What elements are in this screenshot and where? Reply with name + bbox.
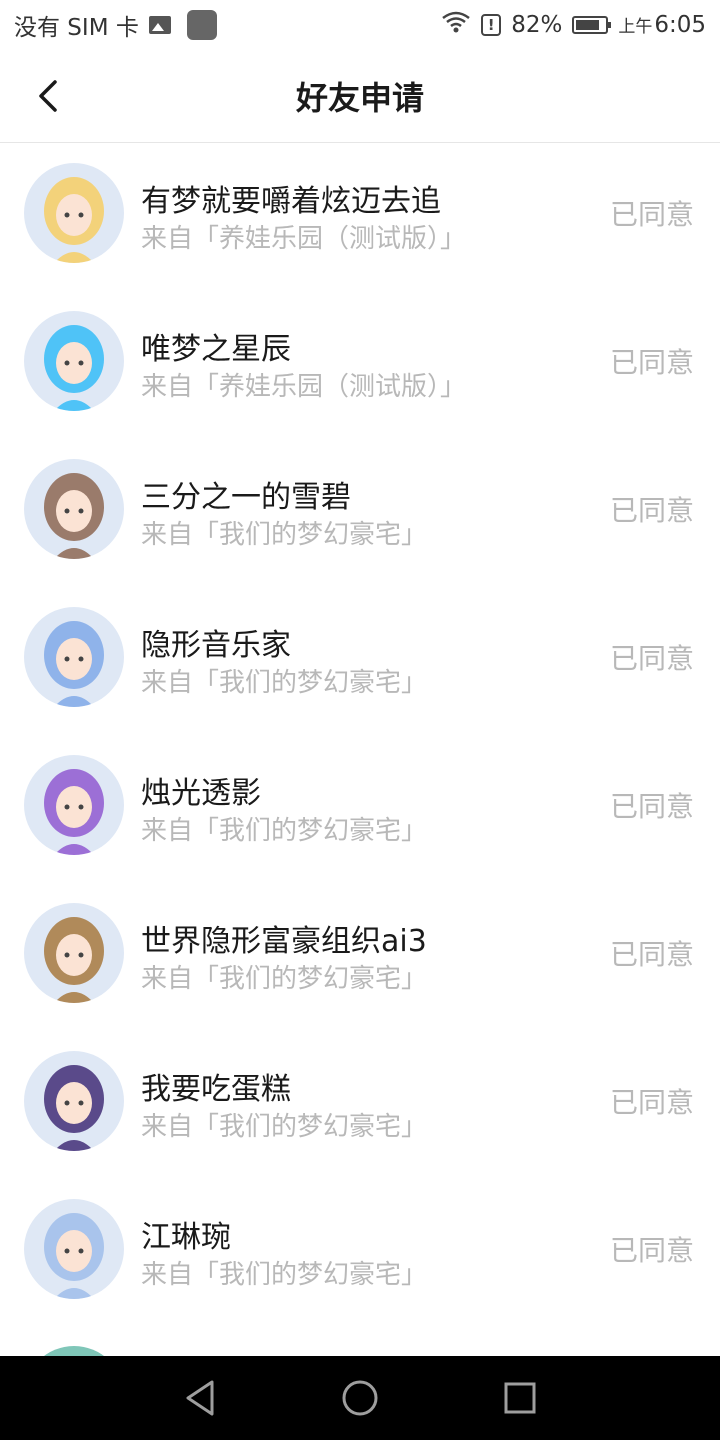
request-source: 来自「养娃乐园（测试版）」 [141, 372, 467, 402]
friend-request-item[interactable]: 我要吃蛋糕来自「我们的梦幻豪宅」 已同意 [0, 1031, 720, 1179]
request-source: 来自「我们的梦幻豪宅」 [141, 816, 428, 846]
request-source: 来自「我们的梦幻豪宅」 [141, 964, 428, 994]
request-status: 已同意 [609, 938, 694, 971]
friend-request-item[interactable]: 有梦就要嚼着炫迈去追来自「养娃乐园（测试版）」 已同意 [0, 143, 720, 291]
requester-name: 世界隐形富豪组织ai3 [141, 924, 427, 959]
triangle-back-icon [186, 1380, 214, 1416]
friend-request-item[interactable]: 隐形音乐家来自「我们的梦幻豪宅」 已同意 [0, 587, 720, 735]
request-source: 来自「养娃乐园（测试版）」 [141, 224, 467, 254]
nav-recents-button[interactable] [490, 1368, 550, 1428]
nav-home-button[interactable] [330, 1368, 390, 1428]
friend-request-item[interactable]: 世界隐形富豪组织ai3 来自「我们的梦幻豪宅」 已同意 [0, 883, 720, 1031]
requester-name: 唯梦之星辰 [141, 332, 291, 367]
square-recents-icon [504, 1382, 536, 1414]
battery-fill [576, 20, 600, 30]
avatar[interactable] [24, 607, 124, 707]
wifi-icon [441, 10, 471, 40]
header: 好友申请 [0, 50, 720, 143]
nav-back-button[interactable] [170, 1368, 230, 1428]
request-source: 来自「我们的梦幻豪宅」 [141, 520, 428, 550]
battery-icon [572, 16, 612, 34]
avatar[interactable] [24, 755, 124, 855]
navigation-bar [0, 1356, 720, 1440]
status-bar: 没有 SIM 卡 ! 82% 上午 6:05 [0, 0, 720, 50]
clock: 上午 6:05 [618, 12, 706, 38]
request-source: 来自「我们的梦幻豪宅」 [141, 1260, 428, 1290]
status-left: 没有 SIM 卡 [14, 8, 217, 42]
time-prefix: 上午 [618, 17, 653, 37]
friend-request-item[interactable]: 唯梦之星辰来自「养娃乐园（测试版）」 已同意 [0, 291, 720, 439]
circle-home-icon [342, 1380, 378, 1416]
avatar[interactable] [24, 1199, 124, 1299]
requester-name: 烛光透影 [141, 776, 261, 811]
request-status: 已同意 [609, 1086, 694, 1119]
requester-name: 江琳琬 [141, 1220, 231, 1255]
friend-requests-screen: 没有 SIM 卡 ! 82% 上午 6:05 好友申请 有梦就要嚼着炫迈去追 来… [0, 0, 720, 1440]
request-status: 已同意 [609, 642, 694, 675]
time-text: 6:05 [654, 12, 706, 38]
friend-request-item[interactable]: 烛光透影来自「我们的梦幻豪宅」 已同意 [0, 735, 720, 883]
request-status: 已同意 [609, 790, 694, 823]
back-arrow-icon [39, 80, 57, 112]
status-right: ! 82% 上午 6:05 [441, 10, 706, 40]
request-status: 已同意 [609, 1234, 694, 1267]
avatar[interactable] [24, 311, 124, 411]
app-notification-icon [186, 10, 217, 40]
avatar[interactable] [24, 903, 124, 1003]
request-source: 来自「我们的梦幻豪宅」 [141, 668, 428, 698]
request-source: 来自「我们的梦幻豪宅」 [141, 1112, 428, 1142]
battery-percent: 82% [511, 12, 563, 38]
image-notification-icon [148, 16, 171, 34]
request-status: 已同意 [609, 198, 694, 231]
back-button[interactable] [20, 68, 76, 124]
requester-name: 隐形音乐家 [141, 628, 291, 663]
avatar[interactable] [24, 459, 124, 559]
page-title: 好友申请 [295, 79, 424, 117]
requester-name: 三分之一的雪碧 [141, 480, 351, 515]
friend-request-list: 有梦就要嚼着炫迈去追 来自「养娃乐园（测试版）」 已同意 唯梦之星辰 来自「养娃乐园（测… [0, 143, 720, 1327]
request-status: 已同意 [609, 346, 694, 379]
requester-name: 我要吃蛋糕 [141, 1072, 291, 1107]
alert-icon: ! [481, 14, 502, 36]
friend-request-item[interactable]: 江琳琬来自「我们的梦幻豪宅」 已同意 [0, 1179, 720, 1327]
request-status: 已同意 [609, 494, 694, 527]
friend-request-item[interactable]: 三分之一的雪碧来自「我们的梦幻豪宅」 已同意 [0, 439, 720, 587]
carrier-text: 没有 SIM 卡 [14, 15, 139, 41]
avatar[interactable] [24, 163, 124, 263]
avatar[interactable] [24, 1051, 124, 1151]
requester-name: 有梦就要嚼着炫迈去追 [141, 184, 441, 219]
